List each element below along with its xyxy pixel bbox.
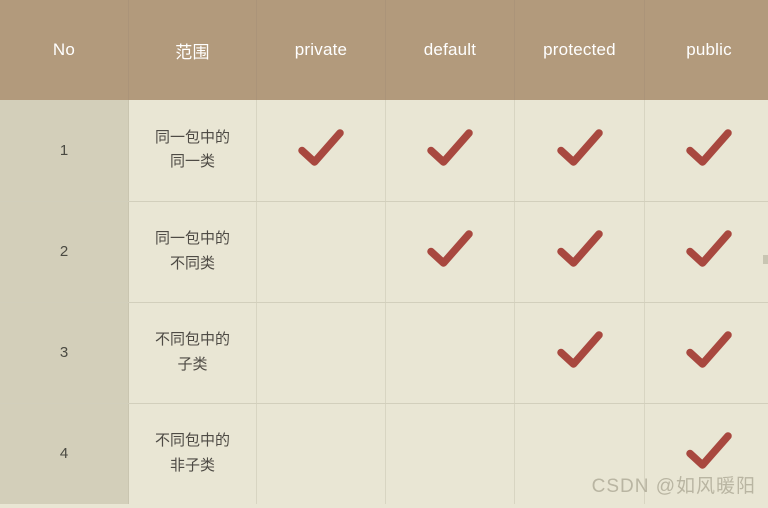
cell-private	[256, 100, 386, 202]
row-number-cell: 3	[0, 302, 129, 404]
checkmark-icon	[556, 229, 603, 269]
edge-artifact	[763, 255, 768, 264]
row-scope-cell: 同一包中的同一类	[128, 100, 257, 202]
cell-default	[385, 100, 515, 202]
row-scope-cell: 不同包中的非子类	[128, 403, 257, 504]
checkmark-icon	[427, 128, 473, 168]
checkmark-icon	[686, 229, 732, 269]
row-number-cell: 2	[0, 201, 129, 303]
cell-protected	[514, 302, 645, 404]
access-modifier-table-container: No 范围 private default protected public 1…	[0, 0, 768, 508]
table-row: 4 不同包中的非子类	[0, 403, 768, 504]
column-header-scope: 范围	[128, 0, 257, 100]
cell-protected	[514, 100, 645, 202]
checkmark-icon	[298, 128, 344, 168]
table-row: 1 同一包中的同一类	[0, 100, 768, 202]
column-header-no: No	[0, 0, 129, 100]
scope-text: 同一包中的同一类	[154, 128, 230, 171]
checkmark-icon	[686, 128, 732, 168]
column-header-private: private	[256, 0, 386, 100]
column-header-public: public	[686, 40, 732, 59]
cell-public	[644, 403, 768, 504]
table-row: 2 同一包中的不同类	[0, 201, 768, 303]
table-row: 3 不同包中的子类	[0, 302, 768, 404]
row-number-cell: 1	[0, 100, 129, 202]
checkmark-icon	[686, 330, 732, 370]
checkmark-icon	[556, 128, 603, 168]
cell-public	[644, 302, 768, 404]
cell-public	[644, 100, 768, 202]
column-header-protected: protected	[514, 0, 645, 100]
cell-protected	[514, 201, 645, 303]
cell-protected	[514, 403, 645, 504]
table-body: 1 同一包中的同一类 2 同一包中的不同类 3 不同包中的子类 4 不同包中的非…	[0, 100, 768, 504]
column-header-default: default	[385, 0, 515, 100]
row-scope-cell: 不同包中的子类	[128, 302, 257, 404]
scope-text: 不同包中的非子类	[154, 432, 230, 474]
table-header: No 范围 private default protected public	[0, 0, 768, 100]
cell-default	[385, 302, 515, 404]
cell-public	[644, 201, 768, 303]
access-modifier-table: No 范围 private default protected public 1…	[0, 0, 768, 504]
checkmark-icon	[427, 229, 473, 269]
checkmark-icon	[686, 431, 732, 471]
scope-text: 同一包中的不同类	[154, 229, 230, 272]
table-header-row: No 范围 private default protected public	[0, 0, 768, 100]
checkmark-icon	[556, 330, 603, 370]
cell-private	[256, 302, 386, 404]
row-scope-cell: 同一包中的不同类	[128, 201, 257, 303]
cell-default	[385, 201, 515, 303]
cell-default	[385, 403, 515, 504]
cell-private	[256, 201, 386, 303]
scope-text: 不同包中的子类	[154, 330, 230, 373]
cell-private	[256, 403, 386, 504]
row-number-cell: 4	[0, 403, 129, 504]
